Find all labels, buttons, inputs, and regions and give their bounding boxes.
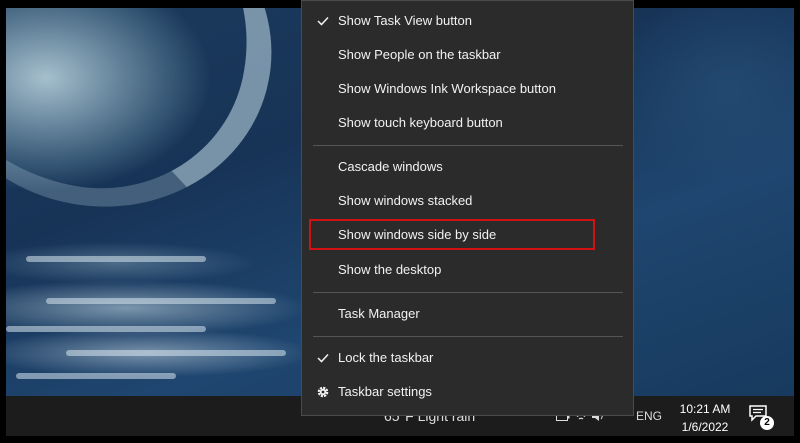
wallpaper-foam bbox=[66, 350, 286, 356]
menu-item-label: Show windows stacked bbox=[338, 193, 473, 208]
clock-time: 10:21 AM bbox=[679, 402, 731, 416]
wallpaper-wave bbox=[6, 8, 302, 239]
clock-date: 1/6/2022 bbox=[681, 420, 729, 434]
menu-item-show-people[interactable]: Show People on the taskbar bbox=[302, 38, 633, 72]
menu-item-label: Show the desktop bbox=[338, 262, 442, 277]
language-indicator[interactable]: ENG bbox=[636, 409, 662, 423]
wallpaper-foam bbox=[26, 256, 206, 262]
highlight-box bbox=[309, 219, 595, 250]
action-center-button[interactable]: 2 bbox=[748, 404, 774, 432]
menu-item-cascade-windows[interactable]: Cascade windows bbox=[302, 150, 633, 184]
menu-item-label: Show touch keyboard button bbox=[338, 115, 503, 130]
menu-item-show-task-view[interactable]: Show Task View button bbox=[302, 4, 633, 38]
menu-item-label: Task Manager bbox=[338, 306, 420, 321]
menu-separator bbox=[313, 145, 623, 146]
menu-item-show-touch-keyboard[interactable]: Show touch keyboard button bbox=[302, 106, 633, 140]
menu-separator bbox=[313, 292, 623, 293]
menu-item-lock-taskbar[interactable]: Lock the taskbar bbox=[302, 341, 633, 375]
menu-item-label: Show People on the taskbar bbox=[338, 47, 501, 62]
menu-item-show-ink-workspace[interactable]: Show Windows Ink Workspace button bbox=[302, 72, 633, 106]
menu-item-show-desktop[interactable]: Show the desktop bbox=[302, 253, 633, 287]
wallpaper-foam bbox=[46, 298, 276, 304]
wallpaper-foam bbox=[16, 373, 176, 379]
notification-badge: 2 bbox=[760, 416, 774, 430]
menu-item-task-manager[interactable]: Task Manager bbox=[302, 297, 633, 331]
menu-item-label: Show Windows Ink Workspace button bbox=[338, 81, 556, 96]
menu-item-label: Lock the taskbar bbox=[338, 350, 434, 365]
gear-icon bbox=[315, 375, 331, 411]
menu-separator bbox=[313, 336, 623, 337]
wallpaper-foam bbox=[6, 326, 206, 332]
menu-item-windows-stacked[interactable]: Show windows stacked bbox=[302, 184, 633, 218]
taskbar-clock[interactable]: 10:21 AM 1/6/2022 bbox=[667, 400, 743, 436]
checkmark-icon bbox=[315, 341, 331, 375]
menu-item-label: Cascade windows bbox=[338, 159, 443, 174]
menu-item-taskbar-settings[interactable]: Taskbar settings bbox=[302, 375, 633, 409]
checkmark-icon bbox=[315, 4, 331, 38]
taskbar-context-menu: Show Task View button Show People on the… bbox=[301, 0, 634, 416]
menu-item-label: Show Task View button bbox=[338, 13, 472, 28]
menu-item-label: Taskbar settings bbox=[338, 384, 432, 399]
